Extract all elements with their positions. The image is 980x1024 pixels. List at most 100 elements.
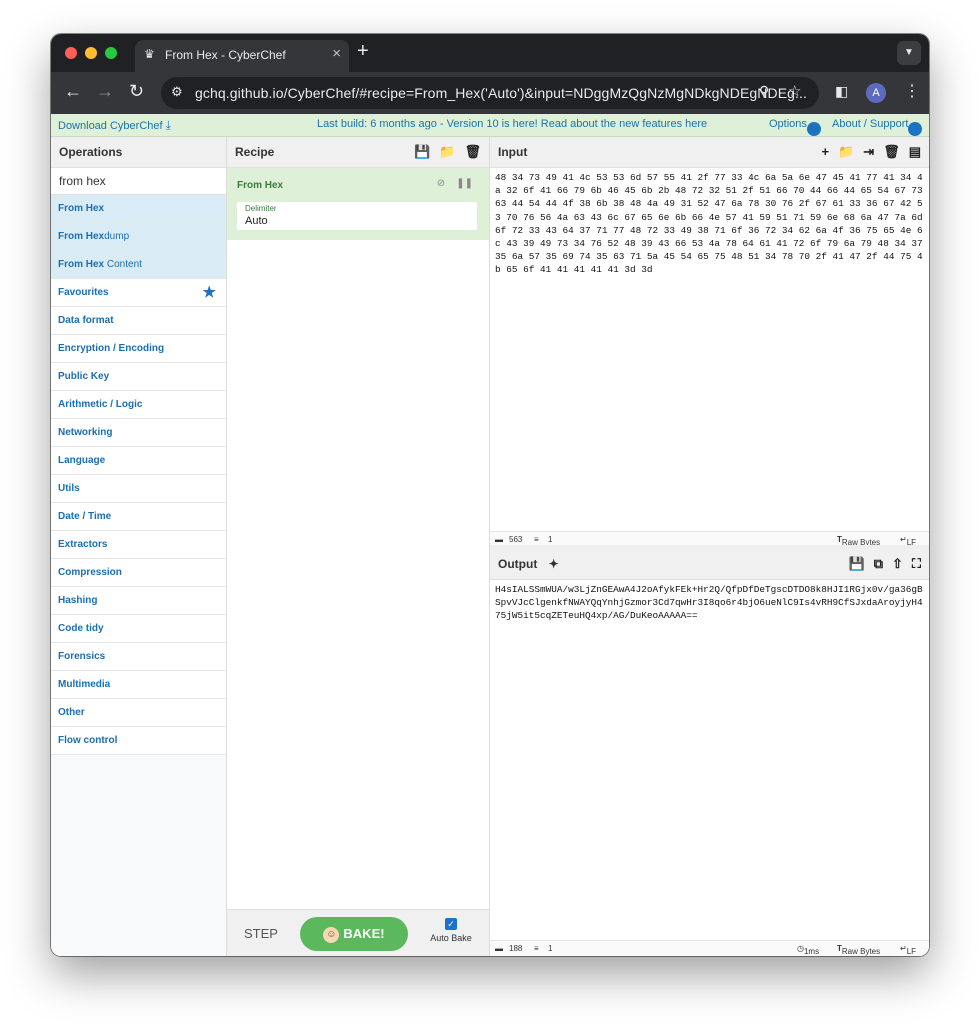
browser-tab[interactable]: ♛ From Hex - CyberChef × — [135, 40, 349, 72]
recipe-op-name: From Hex — [237, 180, 284, 191]
auto-bake-toggle[interactable]: ✓ Auto Bake — [423, 918, 479, 943]
output-text[interactable]: H4sIALSSmWUA/w3LjZnGEAwA4J2oAfykFEk+Hr2Q… — [495, 583, 925, 623]
category-item[interactable]: Public Key — [51, 363, 226, 391]
category-label: Networking — [58, 427, 113, 438]
open-folder-icon[interactable]: 📁 — [838, 144, 854, 159]
category-item[interactable]: Other — [51, 699, 226, 727]
reset-layout-icon[interactable]: ▤ — [909, 144, 921, 159]
tab-strip: ♛ From Hex - CyberChef × + ▼ — [51, 34, 929, 72]
url-text: gchq.github.io/CyberChef/#recipe=From_He… — [195, 85, 808, 101]
output-status-bar: ▬ 188 ≡ 1 ◷ 1ms T Raw Bytes ↵ LF — [490, 940, 929, 956]
checkbox-icon[interactable]: ✓ — [445, 918, 457, 930]
category-item[interactable]: Hashing — [51, 587, 226, 615]
category-item[interactable]: Favourites ★ — [51, 279, 226, 307]
output-eol-button[interactable]: ↵ LF — [900, 944, 916, 956]
load-recipe-icon[interactable]: 📁 — [439, 144, 455, 159]
recipe-pane: Recipe 💾 📁 🗑 From Hex ⊘ ❚❚ Delimiter Auto … — [227, 137, 490, 956]
recipe-operation-from-hex[interactable]: From Hex ⊘ ❚❚ Delimiter Auto — [227, 168, 489, 240]
bake-time-value: 1ms — [803, 947, 820, 956]
input-eol-button[interactable]: ↵ LF — [900, 535, 916, 547]
category-item[interactable]: Data format — [51, 307, 226, 335]
category-item[interactable]: Date / Time — [51, 503, 226, 531]
category-item[interactable]: Arithmetic / Logic — [51, 391, 226, 419]
output-header: Output ✦ 💾 ⧉ ⇧ ⛶ — [490, 549, 929, 580]
cyberchef-banner: Download CyberChef ⤓ Last build: 6 month… — [51, 114, 929, 137]
open-file-icon[interactable]: ⇥ — [863, 144, 874, 159]
output-pane: Output ✦ 💾 ⧉ ⇧ ⛶ H4sIALSSmWUA/w3LjZnGEAwA4J… — [490, 549, 929, 956]
search-result-item[interactable]: From Hex Content — [51, 251, 226, 279]
category-item[interactable]: Code tidy — [51, 615, 226, 643]
recipe-header: Recipe 💾 📁 🗑 — [227, 137, 489, 168]
search-result-rest: Content — [104, 259, 142, 270]
zoom-search-icon[interactable]: ⚲ — [759, 83, 769, 100]
clear-recipe-icon[interactable]: 🗑 — [464, 144, 481, 159]
favourite-star-icon: ★ — [202, 284, 216, 301]
category-item[interactable]: Extractors — [51, 531, 226, 559]
download-label: Download CyberChef — [58, 120, 163, 132]
breakpoint-icon[interactable]: ❚❚ — [456, 178, 473, 189]
reload-button[interactable]: ↻ — [129, 81, 144, 102]
search-result-item[interactable]: From Hex — [51, 195, 226, 223]
minimize-window-button[interactable] — [85, 47, 97, 59]
bookmark-star-icon[interactable]: ☆ — [788, 82, 801, 100]
category-label: Multimedia — [58, 679, 111, 690]
profile-avatar[interactable]: A — [866, 83, 886, 103]
input-text[interactable]: 48 34 73 49 41 4c 53 53 6d 57 55 41 2f 7… — [495, 171, 925, 277]
maximize-window-button[interactable] — [105, 47, 117, 59]
gear-icon: ⚙ — [806, 122, 821, 136]
category-item[interactable]: Compression — [51, 559, 226, 587]
bake-button[interactable]: ☺ BAKE! — [300, 917, 408, 951]
tab-title: From Hex - CyberChef — [165, 48, 286, 62]
recipe-controls: STEP ☺ BAKE! ✓ Auto Bake — [227, 909, 489, 956]
category-item[interactable]: Multimedia — [51, 671, 226, 699]
output-title: Output — [498, 557, 538, 571]
copy-output-icon[interactable]: ⧉ — [874, 556, 883, 571]
category-item[interactable]: Forensics — [51, 643, 226, 671]
tab-search-button[interactable]: ▼ — [897, 41, 921, 65]
category-item[interactable]: Flow control — [51, 727, 226, 755]
output-raw-bytes-button[interactable]: T Raw Bytes — [837, 944, 880, 956]
category-item[interactable]: Language — [51, 447, 226, 475]
options-link[interactable]: Options ⚙ — [769, 118, 821, 136]
about-label: About / Support — [832, 118, 909, 130]
output-lines: 1 — [548, 944, 553, 953]
save-recipe-icon[interactable]: 💾 — [414, 144, 430, 159]
close-window-button[interactable] — [65, 47, 77, 59]
category-item[interactable]: Utils — [51, 475, 226, 503]
build-info-link[interactable]: Last build: 6 months ago - Version 10 is… — [317, 118, 707, 130]
replace-input-icon[interactable]: ⇧ — [892, 556, 903, 571]
new-tab-button[interactable]: + — [357, 40, 369, 63]
delimiter-value: Auto — [245, 215, 268, 227]
delimiter-field[interactable]: Delimiter Auto — [237, 202, 477, 230]
clear-input-icon[interactable]: 🗑 — [883, 144, 900, 159]
site-settings-icon[interactable]: ⚙ — [171, 84, 183, 100]
add-tab-icon[interactable]: + — [822, 144, 830, 159]
category-label: Utils — [58, 483, 80, 494]
category-label: Compression — [58, 567, 122, 578]
raw-bytes-button[interactable]: T Raw Bytes — [837, 535, 880, 547]
forward-button[interactable]: → — [96, 81, 114, 102]
maximise-output-icon[interactable]: ⛶ — [912, 556, 921, 571]
about-support-link[interactable]: About / Support ? — [832, 118, 923, 136]
search-result-item[interactable]: From Hexdump — [51, 223, 226, 251]
operations-title: Operations — [51, 137, 226, 168]
close-tab-icon[interactable]: × — [332, 45, 341, 62]
category-label: Extractors — [58, 539, 108, 550]
category-item[interactable]: Encryption / Encoding — [51, 335, 226, 363]
download-link[interactable]: Download CyberChef ⤓ — [58, 118, 171, 133]
browser-menu-icon[interactable]: ⋮ — [904, 81, 920, 101]
save-output-icon[interactable]: 💾 — [849, 556, 865, 571]
operations-search-input[interactable]: from hex — [51, 168, 226, 195]
output-raw-bytes-label: Raw Bytes — [841, 947, 881, 956]
category-label: Data format — [58, 315, 114, 326]
disable-op-icon[interactable]: ⊘ — [437, 178, 445, 189]
back-button[interactable]: ← — [64, 81, 82, 102]
category-label: Date / Time — [58, 511, 112, 522]
side-panel-icon[interactable]: ◧ — [835, 83, 848, 100]
category-item[interactable]: Networking — [51, 419, 226, 447]
input-length: 563 — [509, 535, 523, 544]
address-bar[interactable]: ⚙ gchq.github.io/CyberChef/#recipe=From_… — [161, 77, 819, 109]
step-button[interactable]: STEP — [244, 926, 278, 941]
category-label: Hashing — [58, 595, 98, 606]
magic-wand-icon[interactable]: ✦ — [549, 557, 559, 571]
